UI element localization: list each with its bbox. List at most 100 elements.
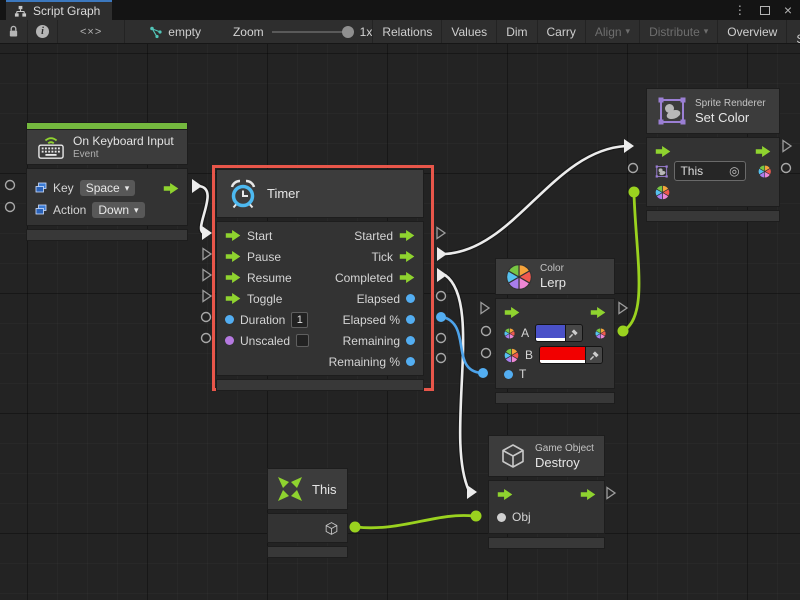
wire-lerp-color-to-setcolor-color[interactable]: [623, 194, 639, 331]
target-object-field[interactable]: This ◎: [674, 161, 745, 181]
port-timer-remaining-out[interactable]: [437, 334, 446, 343]
node-destroy[interactable]: Game Object Destroy Obj: [488, 435, 605, 549]
color-b-field[interactable]: [539, 346, 603, 364]
node-this[interactable]: This: [267, 468, 348, 558]
code-view-button[interactable]: <×>: [58, 20, 125, 43]
port-timer-pause-in[interactable]: [203, 249, 211, 260]
enum-icon: [35, 182, 47, 194]
color-a-swatch[interactable]: [536, 325, 565, 341]
eyedropper-button[interactable]: [565, 325, 582, 341]
wire-this-to-destroy-obj[interactable]: [356, 515, 474, 527]
port-timer-elapsedpct-out[interactable]: [436, 312, 446, 322]
dim-button[interactable]: Dim: [497, 20, 537, 43]
port-setcolor-this-in[interactable]: [629, 164, 638, 173]
eyedropper-button[interactable]: [585, 347, 602, 363]
unscaled-checkbox[interactable]: [296, 334, 309, 347]
object-picker-icon[interactable]: ◎: [729, 164, 739, 178]
flow-in-arrow-icon: [225, 272, 241, 283]
port-timer-duration-in[interactable]: [202, 313, 211, 322]
window-close-icon[interactable]: ×: [784, 3, 792, 17]
port-lerp-flow-out[interactable]: [619, 303, 627, 314]
relations-button[interactable]: Relations: [372, 20, 442, 43]
port-lerp-color-out[interactable]: [618, 326, 629, 337]
tab-script-graph[interactable]: Script Graph: [6, 0, 112, 20]
completed-port-label: Completed: [335, 271, 393, 285]
zoom-slider-handle[interactable]: [342, 26, 354, 38]
port-lerp-a-in[interactable]: [482, 327, 491, 336]
port-timer-tick-out[interactable]: [437, 247, 447, 261]
port-timer-remainingpct-out[interactable]: [437, 354, 446, 363]
wire-timer-tick-to-setcolor[interactable]: [445, 146, 626, 254]
port-timer-unscaled-in[interactable]: [202, 334, 211, 343]
node-color-lerp[interactable]: Color Lerp A: [495, 258, 615, 404]
chevron-down-icon: ▾: [134, 206, 139, 215]
node-category: Color: [540, 263, 566, 274]
full-screen-button[interactable]: Full Screen: [787, 20, 800, 43]
carry-button[interactable]: Carry: [538, 20, 586, 43]
this-self-icon: [276, 475, 304, 503]
eyedropper-icon: [589, 350, 600, 361]
port-destroy-flow-in[interactable]: [467, 485, 477, 499]
port-timer-completed-out[interactable]: [437, 268, 447, 282]
resume-port-label: Resume: [247, 271, 292, 285]
toggle-port-label: Toggle: [247, 292, 282, 306]
port-lerp-flow-in[interactable]: [481, 303, 489, 314]
port-timer-resume-in[interactable]: [203, 270, 211, 281]
node-header[interactable]: Sprite Renderer Set Color: [646, 88, 780, 134]
port-setcolor-color-in[interactable]: [629, 187, 640, 198]
alpha-bar: [536, 338, 565, 341]
node-set-color[interactable]: Sprite Renderer Set Color This ◎: [646, 88, 780, 222]
align-button[interactable]: Align ▾: [586, 20, 640, 43]
node-on-keyboard-input[interactable]: On Keyboard Input Event Key Space ▾: [26, 122, 188, 241]
node-title: Set Color: [695, 110, 766, 125]
port-keyboard-key-in[interactable]: [6, 181, 15, 190]
timer-selection-outline: Timer Start Started Pause Tick: [212, 165, 434, 391]
port-timer-start-in[interactable]: [202, 226, 212, 240]
action-dropdown[interactable]: Down ▾: [92, 202, 144, 218]
node-title: On Keyboard Input: [73, 134, 174, 148]
graph-canvas[interactable]: On Keyboard Input Event Key Space ▾: [0, 44, 800, 600]
port-timer-started-out[interactable]: [437, 228, 445, 239]
color-a-field[interactable]: [535, 324, 583, 342]
values-button[interactable]: Values: [442, 20, 497, 43]
color-b-swatch[interactable]: [540, 347, 585, 363]
duration-port-label: Duration: [240, 313, 285, 327]
t-port-label: T: [519, 367, 526, 381]
node-header[interactable]: Game Object Destroy: [488, 435, 605, 477]
node-timer[interactable]: Timer Start Started Pause Tick: [216, 169, 424, 391]
lock-button[interactable]: [0, 20, 28, 43]
port-destroy-obj-in[interactable]: [471, 511, 482, 522]
port-keyboard-action-in[interactable]: [6, 203, 15, 212]
window-maximize-icon[interactable]: [760, 6, 770, 15]
distribute-button[interactable]: Distribute ▾: [640, 20, 718, 43]
wire-timer-completed-to-destroy[interactable]: [445, 275, 469, 491]
port-keyboard-flow-out[interactable]: [192, 179, 202, 193]
port-setcolor-flow-out[interactable]: [783, 141, 791, 152]
window-menu-icon[interactable]: ⋮: [734, 3, 746, 17]
flow-in-arrow-icon: [504, 307, 520, 318]
zoom-slider[interactable]: [272, 31, 352, 33]
port-timer-toggle-in[interactable]: [203, 291, 211, 302]
port-lerp-t-in[interactable]: [478, 368, 488, 378]
flow-out-arrow-icon: [755, 146, 771, 157]
node-header[interactable]: On Keyboard Input Event: [26, 129, 188, 165]
overview-button[interactable]: Overview: [718, 20, 787, 43]
wire-keyboard-to-timer-start[interactable]: [198, 186, 208, 233]
port-timer-elapsed-out[interactable]: [437, 292, 446, 301]
chevron-down-icon: ▾: [704, 27, 709, 36]
node-header[interactable]: Color Lerp: [495, 258, 615, 295]
sprite-renderer-port-icon: [655, 164, 668, 179]
port-setcolor-value-out[interactable]: [782, 164, 791, 173]
node-header[interactable]: This: [267, 468, 348, 510]
duration-input[interactable]: 1: [291, 312, 308, 328]
graph-breadcrumb[interactable]: empty: [139, 20, 211, 43]
chevron-down-icon: ▾: [125, 184, 130, 193]
port-setcolor-flow-in[interactable]: [624, 139, 634, 153]
key-port-label: Key: [53, 181, 74, 195]
node-header[interactable]: Timer: [216, 169, 424, 218]
port-this-out[interactable]: [350, 522, 361, 533]
port-lerp-b-in[interactable]: [482, 349, 491, 358]
port-destroy-flow-out[interactable]: [607, 488, 615, 499]
key-dropdown[interactable]: Space ▾: [80, 180, 136, 196]
info-button[interactable]: i: [28, 20, 58, 43]
